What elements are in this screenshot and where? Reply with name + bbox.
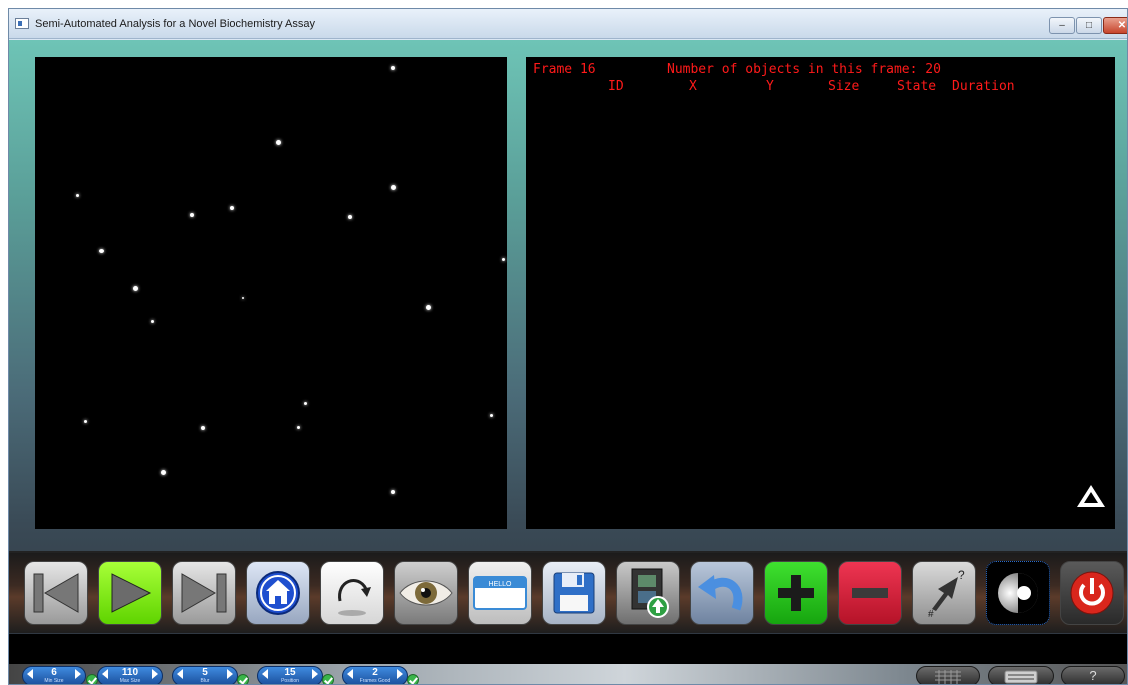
- column-header-duration: Duration: [952, 79, 1015, 94]
- settings-bar: 6 Min Size 110 Max Size 5 Blur 15 Positi…: [9, 664, 1127, 684]
- add-button[interactable]: [764, 561, 828, 625]
- spot: [133, 286, 138, 291]
- min-size-spinner[interactable]: 6 Min Size: [22, 666, 86, 684]
- spot: [490, 414, 493, 417]
- window-title: Semi-Automated Analysis for a Novel Bioc…: [35, 18, 316, 30]
- frame-number: Frame 16: [533, 62, 596, 77]
- pointer-help-button[interactable]: ? #: [912, 561, 976, 625]
- eye-icon: [399, 580, 453, 606]
- svg-text:#: #: [928, 609, 934, 619]
- remove-button[interactable]: [838, 561, 902, 625]
- checkmark-icon: [407, 674, 419, 684]
- spot: [391, 66, 395, 70]
- next-frame-button[interactable]: [172, 561, 236, 625]
- column-header-x: X: [689, 79, 697, 94]
- column-header-y: Y: [766, 79, 774, 94]
- skip-forward-icon: [181, 573, 227, 613]
- maximize-button[interactable]: □: [1076, 17, 1102, 34]
- spot: [391, 490, 395, 494]
- increase-arrow-icon[interactable]: [397, 669, 403, 679]
- grid-icon: [935, 670, 961, 684]
- undo-arrow-icon: [698, 575, 743, 611]
- column-header-state: State: [897, 79, 937, 94]
- spot: [304, 402, 307, 405]
- help-button[interactable]: ?: [1061, 666, 1125, 684]
- client-area: Frame 16 Number of objects in this frame…: [9, 40, 1127, 684]
- spot: [426, 305, 431, 310]
- column-header-size: Size: [828, 79, 860, 94]
- film-upload-icon: [631, 568, 669, 618]
- object-count: Number of objects in this frame: 20: [667, 62, 941, 77]
- rotate-button[interactable]: [320, 561, 384, 625]
- main-toolbar: HELLO ? #: [9, 551, 1127, 633]
- spot: [242, 297, 244, 299]
- floppy-disk-icon: [553, 572, 595, 614]
- spot: [84, 420, 87, 423]
- export-video-button[interactable]: [616, 561, 680, 625]
- spot: [151, 320, 154, 323]
- label-button[interactable]: HELLO: [468, 561, 532, 625]
- spot: [99, 249, 104, 253]
- home-icon: [256, 571, 300, 615]
- app-icon: [15, 18, 29, 29]
- help-icon: ?: [1089, 668, 1097, 683]
- skip-back-icon: [33, 573, 79, 613]
- home-button[interactable]: [246, 561, 310, 625]
- image-viewer[interactable]: [35, 57, 507, 529]
- increase-arrow-icon[interactable]: [75, 669, 81, 679]
- blur-spinner[interactable]: 5 Blur: [172, 666, 238, 684]
- collapse-triangle-icon[interactable]: [1077, 485, 1105, 507]
- max-size-spinner[interactable]: 110 Max Size: [97, 666, 163, 684]
- checkmark-icon: [322, 674, 334, 684]
- power-button[interactable]: [1060, 561, 1124, 625]
- spot: [230, 206, 234, 210]
- spot: [391, 185, 396, 190]
- grid-button[interactable]: [916, 666, 980, 684]
- increase-arrow-icon[interactable]: [152, 669, 158, 679]
- spot: [76, 194, 79, 197]
- title-bar: Semi-Automated Analysis for a Novel Bioc…: [9, 9, 1127, 39]
- minus-icon: [852, 588, 888, 598]
- frames-good-spinner[interactable]: 2 Frames Good: [342, 666, 408, 684]
- play-icon: [111, 573, 152, 613]
- spot: [190, 213, 194, 217]
- increase-arrow-icon[interactable]: [227, 669, 233, 679]
- pointer-question-icon: ? #: [928, 568, 965, 619]
- position-spinner[interactable]: 15 Position: [257, 666, 323, 684]
- minimize-button[interactable]: –: [1049, 17, 1075, 34]
- play-button[interactable]: [98, 561, 162, 625]
- power-icon: [1070, 571, 1114, 615]
- svg-text:?: ?: [958, 568, 965, 582]
- spot: [276, 140, 281, 145]
- view-button[interactable]: [394, 561, 458, 625]
- keyboard-icon: [1004, 670, 1038, 684]
- spot: [348, 215, 352, 219]
- contrast-button[interactable]: [986, 561, 1050, 625]
- keyboard-button[interactable]: [988, 666, 1054, 684]
- save-button[interactable]: [542, 561, 606, 625]
- contrast-icon: [998, 573, 1038, 613]
- rotate-arrow-icon: [338, 579, 371, 616]
- spot: [161, 470, 166, 475]
- close-button[interactable]: ✕: [1103, 17, 1127, 34]
- object-info-panel: Frame 16 Number of objects in this frame…: [526, 57, 1115, 529]
- increase-arrow-icon[interactable]: [312, 669, 318, 679]
- app-window: Semi-Automated Analysis for a Novel Bioc…: [8, 8, 1128, 685]
- spot: [297, 426, 300, 429]
- name-tag-text: HELLO: [489, 581, 513, 588]
- plus-icon: [778, 575, 814, 611]
- spot: [502, 258, 505, 261]
- checkmark-icon: [237, 674, 249, 684]
- column-header-id: ID: [608, 79, 624, 94]
- undo-button[interactable]: [690, 561, 754, 625]
- previous-frame-button[interactable]: [24, 561, 88, 625]
- spot: [201, 426, 205, 430]
- name-tag-icon: HELLO: [473, 576, 527, 610]
